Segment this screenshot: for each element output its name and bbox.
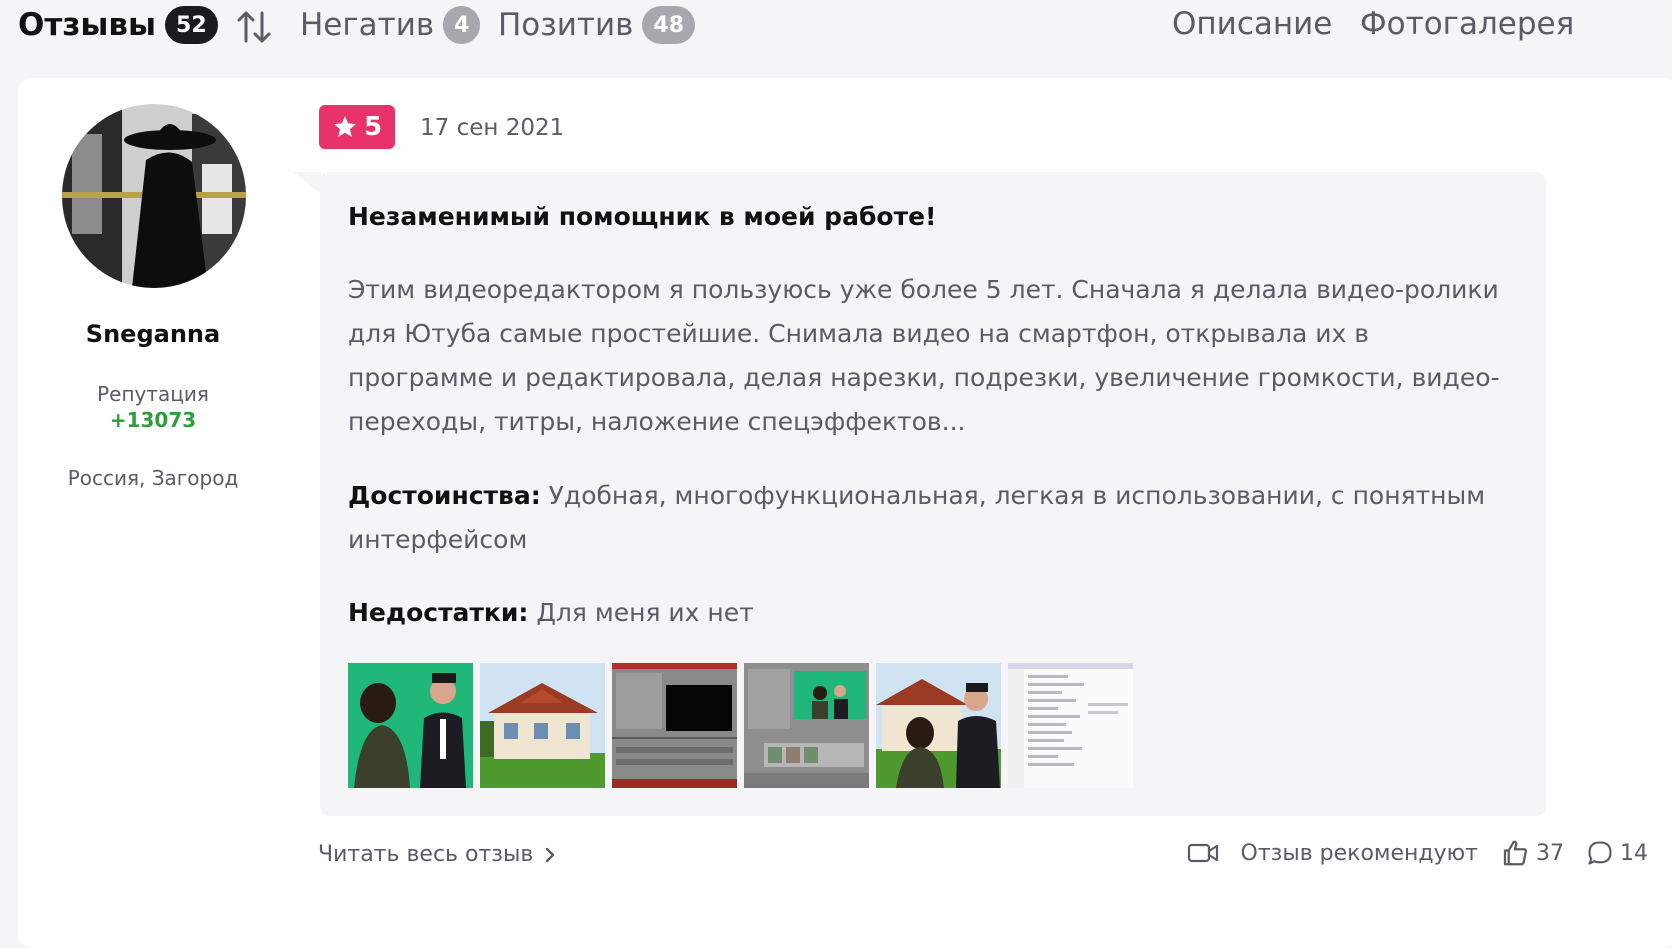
review-tabs-bar: Отзывы 52 Негатив 4 Позитив 48 Описание …: [0, 0, 1672, 58]
rating-badge: 5: [319, 105, 395, 149]
comments-count: 14: [1620, 840, 1648, 866]
thumbnail-green-screen[interactable]: [348, 663, 473, 788]
star-icon: [334, 116, 356, 137]
thumbnail-editor-green[interactable]: [744, 663, 869, 788]
thumbs-up-icon: [1503, 840, 1527, 866]
sort-icon[interactable]: [237, 9, 271, 45]
review-pros: Достоинства: Удобная, многофункциональна…: [348, 474, 1508, 562]
reputation-label: Репутация: [97, 382, 209, 406]
thumbnail-house[interactable]: [480, 663, 605, 788]
review-title[interactable]: Незаменимый помощник в моей работе!: [348, 202, 936, 231]
positive-count-badge: 48: [642, 6, 696, 44]
thumbnail-editor-black[interactable]: [612, 663, 737, 788]
tab-gallery[interactable]: Фотогалерея: [1360, 6, 1574, 42]
author-name[interactable]: Sneganna: [18, 320, 288, 348]
comments-button[interactable]: 14: [1586, 839, 1648, 867]
recommend-label: Отзыв рекомендуют: [1240, 840, 1479, 866]
tab-reviews[interactable]: Отзывы 52: [18, 6, 218, 44]
author-location: Россия, Загород: [67, 466, 239, 490]
pros-label: Достоинства:: [348, 481, 541, 510]
like-button[interactable]: 37: [1500, 838, 1564, 868]
tab-reviews-label: Отзывы: [18, 7, 157, 43]
review-actions: Отзыв рекомендуют 37 14: [1187, 838, 1648, 868]
tab-negative-label: Негатив: [300, 7, 435, 43]
thumbnail-house-people[interactable]: [876, 663, 1001, 788]
photo-thumbnails: [348, 663, 1133, 788]
read-more-label: Читать весь отзыв: [318, 842, 534, 867]
avatar[interactable]: [62, 104, 246, 288]
tab-positive-label: Позитив: [498, 7, 634, 43]
reputation-value: +13073: [109, 408, 197, 432]
tab-description[interactable]: Описание: [1172, 6, 1332, 42]
review-text: Этим видеоредактором я пользуюсь уже бол…: [348, 275, 1500, 436]
bubble-tail: [293, 172, 321, 194]
rating-value: 5: [363, 112, 383, 142]
avatar-image: [62, 104, 246, 288]
chevron-right-icon: [546, 847, 555, 862]
read-full-review-link[interactable]: Читать весь отзыв: [318, 842, 555, 867]
tab-positive[interactable]: Позитив 48: [498, 6, 696, 44]
thumbnail-settings-list[interactable]: [1008, 663, 1133, 788]
cons-label: Недостатки:: [348, 598, 529, 627]
cons-text: Для меня их нет: [536, 598, 754, 627]
reviews-count-badge: 52: [165, 6, 218, 44]
comment-icon: [1588, 841, 1612, 865]
likes-count: 37: [1536, 840, 1564, 866]
tab-negative[interactable]: Негатив 4: [300, 6, 481, 44]
review-date: 17 сен 2021: [420, 115, 565, 141]
negative-count-badge: 4: [443, 6, 481, 44]
video-icon: [1187, 843, 1218, 863]
review-cons: Недостатки: Для меня их нет: [348, 591, 1508, 635]
